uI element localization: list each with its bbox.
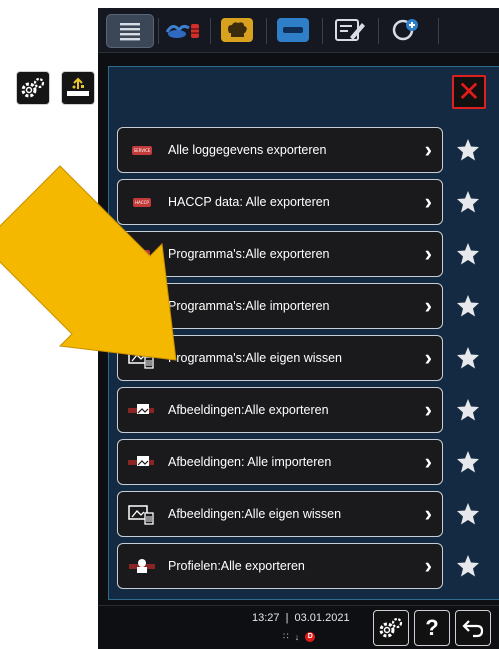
back-arrow-icon: [462, 620, 484, 638]
time-date-separator: |: [285, 612, 289, 624]
row-chip: PROG: [134, 301, 150, 311]
favorite-star-icon[interactable]: [455, 553, 481, 579]
list-item[interactable]: SERVICE Alle loggegevens exporteren ›: [117, 127, 443, 173]
favorite-star-icon[interactable]: [455, 189, 481, 215]
breadcrumb: ›: [16, 70, 96, 106]
chevron-right-icon: ›: [424, 553, 432, 578]
tab-tray[interactable]: [270, 14, 316, 46]
usb-stick-icon: PROG: [126, 243, 158, 265]
row-chip: HACCP: [133, 197, 151, 207]
chevron-right-icon: ›: [424, 501, 432, 526]
help-label: ?: [425, 615, 439, 640]
list-item[interactable]: HACCP HACCP data: Alle exporteren ›: [117, 179, 443, 225]
profile-icon: [126, 555, 158, 577]
status-icons: ∷ ↓ D: [283, 631, 316, 642]
tab-chef[interactable]: [214, 14, 260, 46]
image-usb-icon: [126, 451, 158, 473]
chef-hat-icon: [221, 18, 253, 42]
breadcrumb-usb[interactable]: [61, 71, 96, 105]
clock-date: 13:27 | 03.01.2021: [252, 612, 350, 624]
breadcrumb-settings[interactable]: [16, 71, 50, 105]
list-item-label: HACCP data: Alle exporteren: [168, 195, 330, 209]
chevron-right-icon: ›: [424, 397, 432, 422]
refresh-add-icon: [392, 19, 418, 41]
back-button[interactable]: [455, 610, 491, 646]
favorite-star-icon[interactable]: [455, 501, 481, 527]
list-item-label: Afbeeldingen: Alle importeren: [168, 455, 332, 469]
list-item[interactable]: Afbeeldingen:Alle eigen wissen ›: [117, 491, 443, 537]
tab-menu[interactable]: [106, 14, 154, 48]
time-text: 13:27: [252, 612, 280, 624]
edit-note-icon: [335, 19, 365, 41]
row-chip: PROG: [134, 249, 150, 259]
list-item-label: Alle loggegevens exporteren: [168, 143, 327, 157]
tab-edit[interactable]: [326, 14, 372, 46]
image-usb-icon: [126, 399, 158, 421]
chevron-right-icon: ›: [424, 293, 432, 318]
chevron-right-icon: ›: [424, 241, 432, 266]
settings-gears-icon: [379, 617, 403, 638]
list-item[interactable]: Programma's:Alle eigen wissen ›: [117, 335, 443, 381]
chevron-right-icon: ›: [424, 189, 432, 214]
list-item-label: Programma's:Alle exporteren: [168, 247, 330, 261]
breadcrumb-separator-icon: ›: [53, 79, 59, 96]
tab-refresh[interactable]: [382, 14, 428, 46]
favorite-star-icon[interactable]: [455, 137, 481, 163]
network-icon: ∷: [283, 631, 289, 641]
cooking-ingredients-icon: [165, 24, 199, 38]
favorite-star-icon[interactable]: [455, 397, 481, 423]
tab-cooking[interactable]: [160, 14, 206, 46]
close-icon: ✕: [457, 76, 481, 107]
settings-gears-icon: [21, 77, 45, 98]
favorite-star-icon[interactable]: [455, 345, 481, 371]
list-item-label: Afbeeldingen:Alle exporteren: [168, 403, 329, 417]
status-indicator: D: [305, 631, 316, 642]
delete-icon: [126, 503, 158, 525]
chevron-right-icon: ›: [424, 345, 432, 370]
list-item-label: Profielen:Alle exporteren: [168, 559, 305, 573]
list-item[interactable]: Afbeeldingen:Alle exporteren ›: [117, 387, 443, 433]
top-tab-bar: [98, 8, 499, 53]
delete-icon: [126, 347, 158, 369]
usb-status-icon: ↓: [294, 631, 300, 642]
list-item-label: Afbeeldingen:Alle eigen wissen: [168, 507, 342, 521]
usb-stick-icon: HACCP: [126, 191, 158, 213]
list-item-label: Programma's:Alle eigen wissen: [168, 351, 342, 365]
settings-button[interactable]: [373, 610, 409, 646]
menu-list-icon: [120, 23, 140, 41]
favorite-star-icon[interactable]: [455, 241, 481, 267]
help-button[interactable]: ?: [414, 610, 450, 646]
date-text: 03.01.2021: [294, 612, 350, 624]
close-button[interactable]: ✕: [452, 75, 486, 109]
list-item[interactable]: PROG Programma's:Alle importeren ›: [117, 283, 443, 329]
chevron-right-icon: ›: [424, 449, 432, 474]
favorite-star-icon[interactable]: [455, 293, 481, 319]
list-item[interactable]: PROG Programma's:Alle exporteren ›: [117, 231, 443, 277]
row-chip: SERVICE: [131, 145, 153, 155]
favorite-star-icon[interactable]: [455, 449, 481, 475]
list-item[interactable]: Afbeeldingen: Alle importeren ›: [117, 439, 443, 485]
list-item-label: Programma's:Alle importeren: [168, 299, 330, 313]
chevron-right-icon: ›: [424, 137, 432, 162]
tray-icon: [277, 18, 309, 42]
usb-stick-icon: SERVICE: [126, 139, 158, 161]
usb-export-icon: [67, 77, 90, 96]
list-item[interactable]: Profielen:Alle exporteren ›: [117, 543, 443, 589]
usb-stick-icon: PROG: [126, 295, 158, 317]
